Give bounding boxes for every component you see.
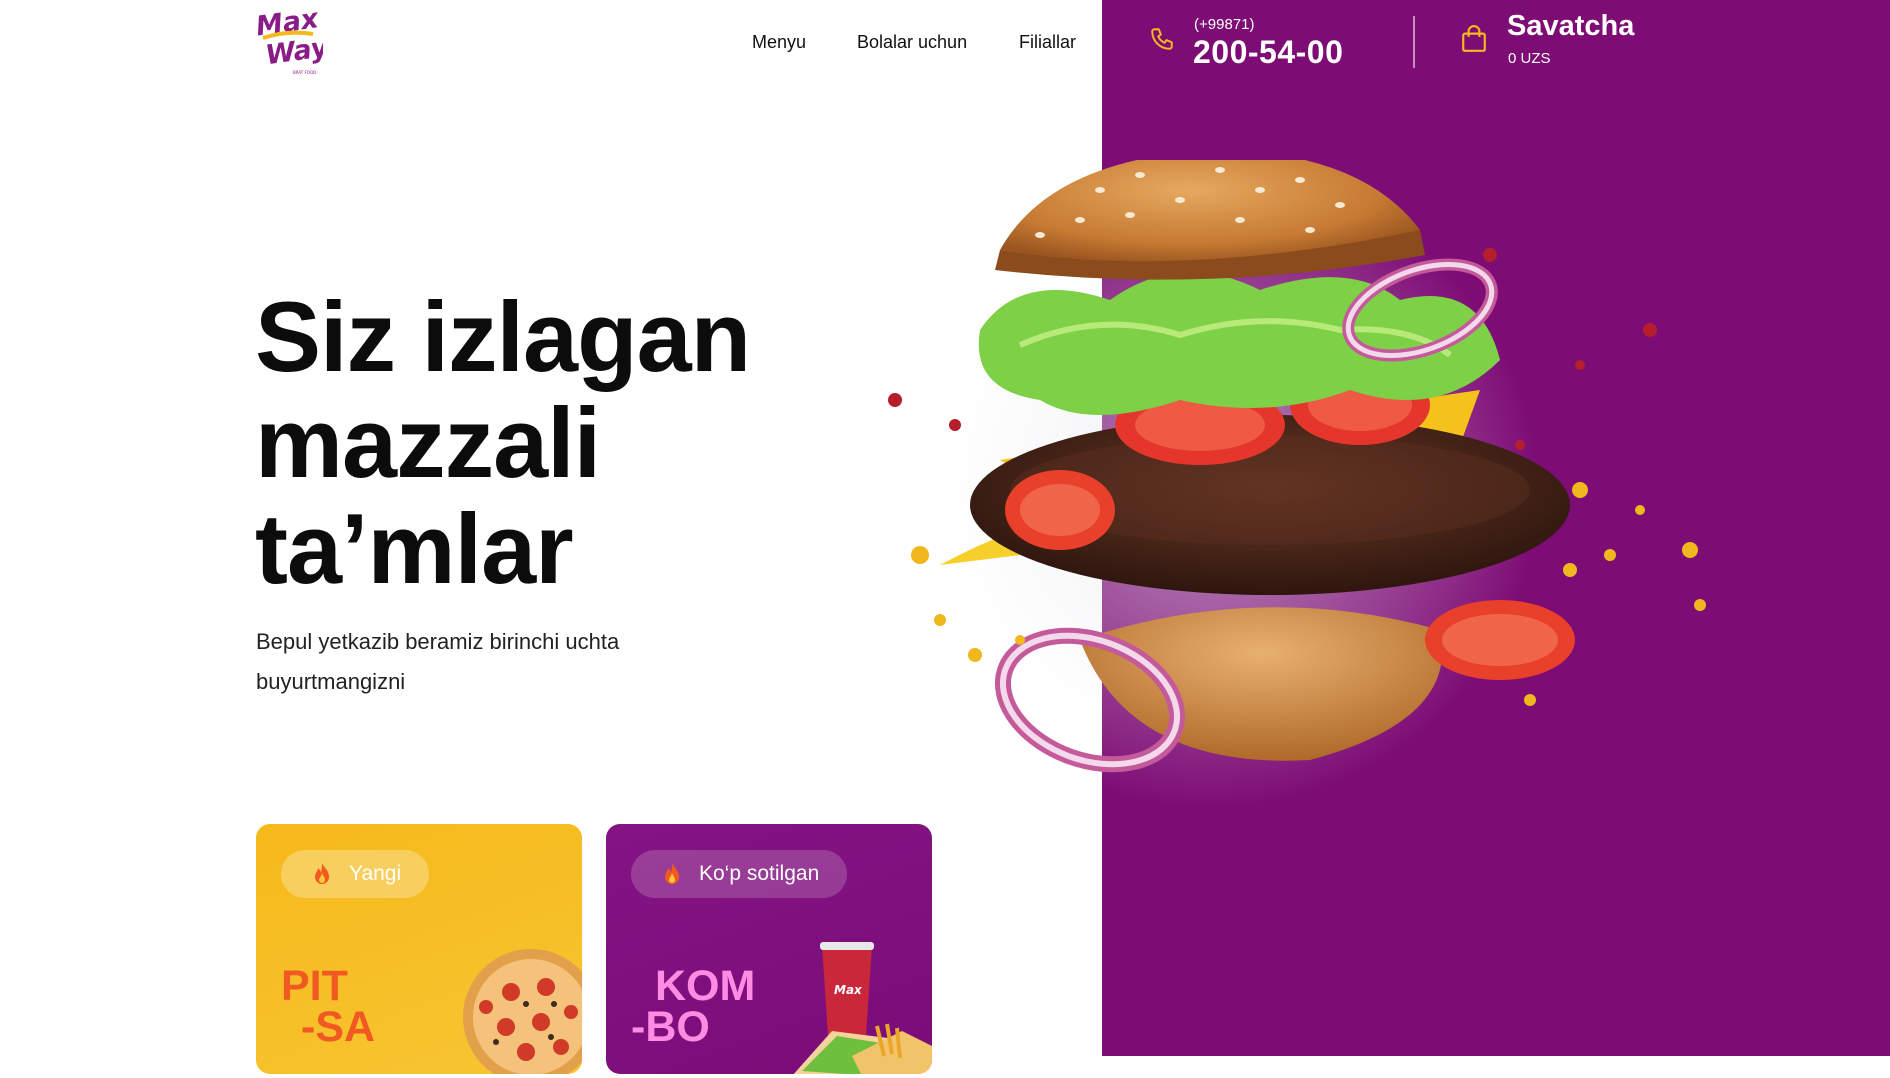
hero-title-line-2: mazzali <box>255 387 601 498</box>
nav-item-bolalar-uchun[interactable]: Bolalar uchun <box>857 32 967 53</box>
badge-new-label: Yangi <box>349 862 402 885</box>
category-card-combo[interactable]: Ko‘p sotilgan KOM -BO Max <box>606 824 932 1074</box>
category-card-pizza[interactable]: Yangi PIT -SA <box>256 824 582 1074</box>
combo-illustration: Max <box>793 942 932 1074</box>
hero-subtitle: Bepul yetkazib beramiz birinchi uchta bu… <box>256 629 620 694</box>
pizza-illustration <box>463 949 582 1074</box>
phone-prefix: (+99871) <box>1194 16 1255 33</box>
phone-number[interactable]: 200-54-00 <box>1193 34 1343 71</box>
card-combo-title: KOM -BO <box>631 965 755 1051</box>
page: Max Way BRAT FOOD Menyu Bolalar uchun Fi… <box>0 0 1890 1078</box>
header-divider <box>1413 16 1415 68</box>
svg-text:Max: Max <box>834 983 863 997</box>
logo-tagline: BRAT FOOD <box>293 70 316 75</box>
card-pizza-title: PIT -SA <box>281 965 376 1051</box>
hero-title-line-3: ta’mlar <box>255 493 574 604</box>
cart-button[interactable]: Savatcha <box>1507 10 1634 43</box>
badge-best-seller-label: Ko‘p sotilgan <box>699 862 820 885</box>
nav-item-menyu[interactable]: Menyu <box>752 32 806 53</box>
badge-new: Yangi <box>281 850 430 898</box>
card-pizza-title-line-2: -SA <box>301 1003 376 1051</box>
burger-illustration <box>880 160 1706 810</box>
hero-title-line-1: Siz izlagan <box>255 281 751 392</box>
shopping-bag-icon[interactable] <box>1461 25 1487 53</box>
phone-icon[interactable] <box>1149 26 1175 52</box>
maxway-logo[interactable]: Max Way BRAT FOOD <box>253 4 323 76</box>
card-combo-title-line-2: -BO <box>631 1003 710 1051</box>
fire-icon <box>315 863 329 884</box>
cart-total: 0 UZS <box>1508 50 1551 67</box>
fire-icon <box>665 863 679 884</box>
nav-item-filiallar[interactable]: Filiallar <box>1019 32 1076 53</box>
badge-best-seller: Ko‘p sotilgan <box>631 850 848 898</box>
hero-title: Siz izlagan mazzali ta’mlar <box>255 284 895 602</box>
